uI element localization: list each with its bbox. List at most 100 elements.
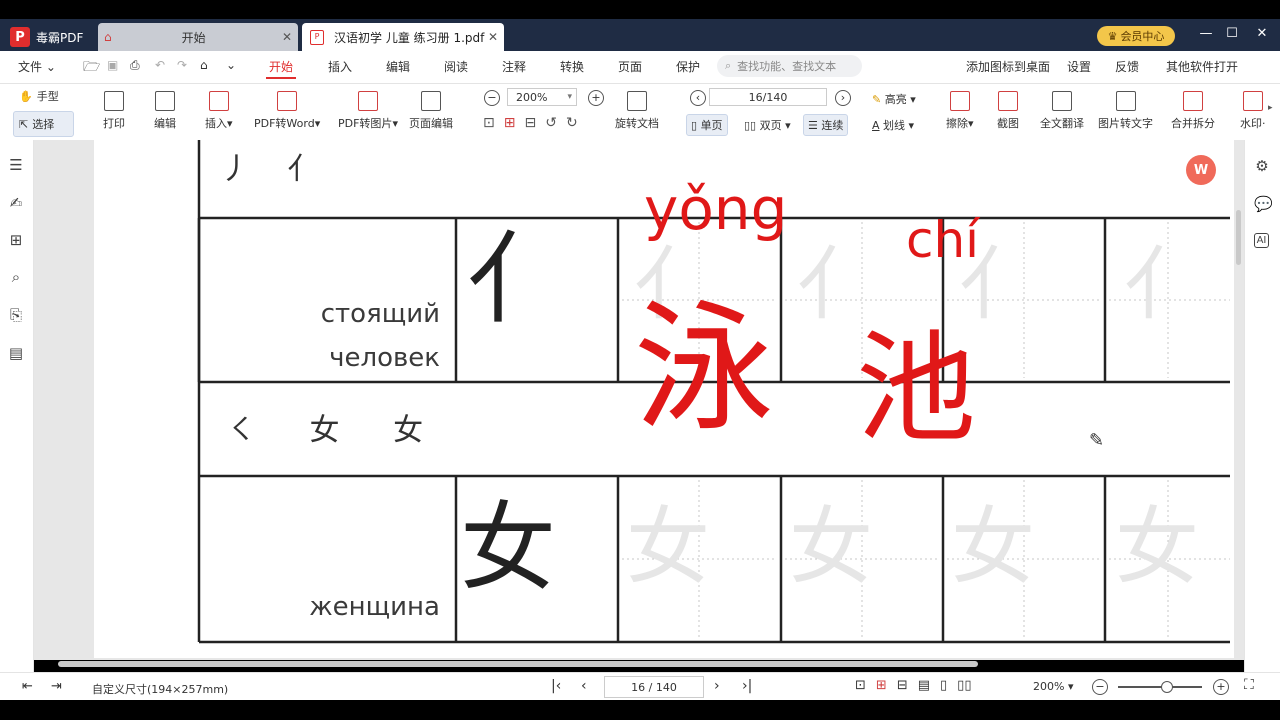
app-tab[interactable]: P 毒霸PDF	[0, 23, 95, 51]
crown-icon: ♛	[1107, 29, 1118, 43]
edit-icon	[155, 91, 175, 111]
fullscreen-icon[interactable]: ⛶	[1244, 677, 1254, 693]
word-convert-float-icon[interactable]: W	[1186, 155, 1216, 185]
settings-button[interactable]: 设置	[1067, 58, 1091, 75]
sidebar-right-toggle-icon[interactable]: ⇥	[51, 679, 62, 694]
vertical-scrollbar[interactable]	[1236, 210, 1241, 265]
minimize-icon[interactable]: —	[1196, 26, 1216, 41]
fit-page-icon[interactable]: ⊡	[855, 678, 866, 693]
next-page-icon[interactable]: ›	[835, 90, 851, 106]
menu-page[interactable]: 页面	[618, 58, 642, 75]
close-icon[interactable]: ✕	[282, 30, 292, 44]
rotate-left-icon[interactable]: ↺	[545, 115, 557, 131]
tab-document[interactable]: P 汉语初学 儿童 练习册 1.pdf ✕	[302, 23, 504, 51]
vip-center-button[interactable]: ♛ 会员中心	[1097, 26, 1175, 46]
pdf-to-word-button[interactable]: PDF转Word▾	[254, 91, 320, 131]
active-menu-indicator	[266, 77, 296, 79]
menu-read[interactable]: 阅读	[444, 58, 468, 75]
actual-size-icon[interactable]: ⊞	[504, 115, 516, 131]
menu-convert[interactable]: 转换	[560, 58, 584, 75]
page-number-input[interactable]: 16/140	[709, 88, 827, 106]
label-standing-man: стоящий человек	[320, 299, 440, 373]
insert-button[interactable]: 插入▾	[205, 91, 233, 131]
menu-start[interactable]: 开始	[269, 58, 293, 75]
rotate-right-icon[interactable]: ↻	[566, 115, 578, 131]
edit-button[interactable]: 编辑	[154, 91, 176, 131]
page-properties-icon[interactable]: ▤	[8, 345, 24, 361]
close-icon[interactable]: ✕	[488, 30, 498, 44]
image-to-text-button[interactable]: 图片转文字	[1098, 91, 1153, 131]
print-icon[interactable]: ⎙	[130, 58, 140, 73]
watermark-button[interactable]: 水印·	[1240, 91, 1266, 131]
rotate-document-button[interactable]: 旋转文档	[615, 91, 659, 131]
highlight-button[interactable]: ✎ 高亮 ▾	[872, 91, 916, 107]
prev-page-icon[interactable]: ‹	[581, 678, 587, 694]
status-zoom-select[interactable]: 200% ▾	[1033, 680, 1073, 693]
menu-file[interactable]: 文件 ⌄	[18, 58, 56, 75]
menu-insert[interactable]: 插入	[328, 58, 352, 75]
add-desktop-icon-button[interactable]: 添加图标到桌面	[966, 58, 1050, 75]
zoom-in-icon[interactable]: +	[588, 90, 604, 106]
last-page-icon[interactable]: ›|	[742, 678, 752, 694]
underline-button[interactable]: A 划线 ▾	[872, 117, 914, 133]
search-input[interactable]: ⌕ 查找功能、查找文本	[717, 55, 862, 77]
prev-page-icon[interactable]: ‹	[690, 90, 706, 106]
select-tool[interactable]: ⇱ 选择	[19, 116, 54, 132]
print-button[interactable]: 打印	[103, 91, 125, 131]
menu-edit[interactable]: 编辑	[386, 58, 410, 75]
redo-icon[interactable]: ↷	[177, 58, 187, 72]
close-window-icon[interactable]: ✕	[1252, 26, 1272, 41]
tab-start[interactable]: ⌂ 开始 ✕	[98, 23, 298, 51]
menu-annotate[interactable]: 注释	[502, 58, 526, 75]
search-icon[interactable]: ⌕	[8, 269, 24, 285]
menu-protect[interactable]: 保护	[676, 58, 700, 75]
translate-button[interactable]: 全文翻译	[1040, 91, 1084, 131]
single-page-button[interactable]: ▯ 单页	[686, 114, 728, 136]
first-page-icon[interactable]: |‹	[551, 678, 561, 694]
horizontal-scrollbar[interactable]	[58, 661, 978, 667]
open-with-button[interactable]: 其他软件打开	[1166, 58, 1238, 75]
merge-split-button[interactable]: 合并拆分	[1171, 91, 1215, 131]
erase-button[interactable]: 擦除▾	[946, 91, 974, 131]
ai-icon[interactable]: AI	[1254, 233, 1269, 248]
screenshot-button[interactable]: 截图	[997, 91, 1019, 131]
chevron-down-icon[interactable]: ⌄	[226, 58, 236, 72]
zoom-slider-handle[interactable]	[1161, 681, 1173, 693]
single-page-icon[interactable]: ▤	[918, 678, 930, 693]
menu-icon[interactable]: ☰	[8, 157, 24, 173]
pdf-to-image-button[interactable]: PDF转图片▾	[338, 91, 398, 131]
thumbnails-icon[interactable]: ⊞	[8, 232, 24, 248]
continuous-icon[interactable]: ▯	[940, 678, 947, 693]
tracing-woman: 女	[626, 498, 711, 596]
open-folder-icon[interactable]: 🗁	[83, 56, 100, 80]
hand-tool[interactable]: ✋ 手型	[19, 88, 59, 104]
signature-icon[interactable]: ✍	[8, 195, 24, 211]
zoom-input[interactable]: 200% ▾	[507, 88, 577, 106]
toolbar-scroll-right-icon[interactable]: ▸	[1268, 103, 1273, 113]
zoom-slider-track[interactable]	[1118, 686, 1202, 688]
attachment-icon[interactable]: ⎘	[8, 307, 24, 323]
maximize-icon[interactable]: ☐	[1222, 26, 1242, 41]
continuous-icon: ☰	[808, 118, 818, 132]
zoom-in-icon[interactable]: +	[1213, 679, 1229, 695]
continuous-button[interactable]: ☰ 连续	[803, 114, 849, 136]
home-icon[interactable]: ⌂	[200, 58, 208, 72]
undo-icon[interactable]: ↶	[155, 58, 165, 72]
fit-width-icon[interactable]: ⊟	[897, 678, 908, 693]
page-edit-button[interactable]: 页面编辑	[409, 91, 453, 131]
next-page-icon[interactable]: ›	[714, 678, 720, 694]
comment-icon[interactable]: 💬	[1254, 196, 1273, 212]
zoom-out-icon[interactable]: −	[484, 90, 500, 106]
tracing-standing-man: 亻	[1124, 238, 1204, 331]
fit-page-icon[interactable]: ⊡	[483, 115, 495, 131]
fit-width-icon[interactable]: ⊟	[524, 115, 536, 131]
status-page-input[interactable]: 16 / 140	[604, 676, 704, 698]
sidebar-toggle-icon[interactable]: ⇤	[22, 679, 33, 694]
feedback-button[interactable]: 反馈	[1115, 58, 1139, 75]
properties-icon[interactable]: ⚙	[1254, 158, 1270, 174]
double-page-icon[interactable]: ▯▯	[957, 678, 971, 693]
save-icon[interactable]: ▣	[107, 58, 118, 72]
zoom-out-icon[interactable]: −	[1092, 679, 1108, 695]
double-page-button[interactable]: ▯▯ 双页 ▾	[744, 117, 791, 133]
actual-size-icon[interactable]: ⊞	[876, 678, 887, 693]
